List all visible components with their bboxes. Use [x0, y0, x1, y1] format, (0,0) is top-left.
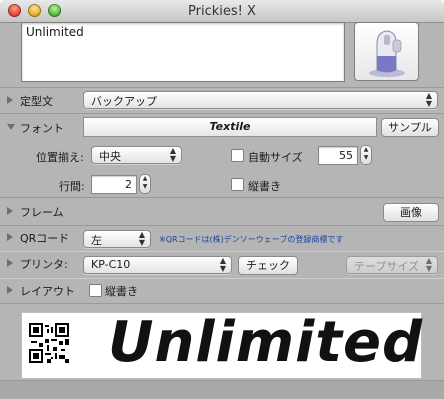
printer-disclosure-icon[interactable] — [7, 259, 13, 267]
layout-disclosure-icon[interactable] — [7, 286, 13, 294]
font-disclosure-icon[interactable] — [7, 124, 15, 130]
font-vertical-label: 縦書き — [248, 180, 281, 193]
popup-arrows-icon: ▲ ▼ — [138, 230, 145, 247]
qr-position-popup[interactable]: 左 ▲ ▼ — [83, 230, 151, 248]
separator — [0, 303, 444, 304]
font-size-field[interactable]: 55 — [318, 146, 358, 165]
separator — [0, 87, 444, 88]
font-size-value: 55 — [339, 149, 353, 162]
popup-arrows-icon: ▲ ▼ — [169, 146, 176, 163]
font-size-stepper[interactable]: ▲ ▼ — [360, 145, 372, 165]
line-spacing-label: 行間: — [59, 180, 85, 193]
preview-text: Unlimited — [108, 310, 424, 375]
align-label: 位置揃え: — [36, 151, 84, 164]
template-value: バックアップ — [91, 95, 157, 108]
template-label: 定型文 — [20, 95, 53, 108]
bottom-bar — [0, 380, 444, 399]
font-name-display[interactable]: Textile — [83, 117, 377, 137]
line-spacing-field[interactable]: 2 — [91, 175, 137, 194]
autosize-checkbox[interactable] — [231, 149, 244, 162]
print-button[interactable] — [354, 22, 419, 81]
title-bar: Prickies! X — [0, 0, 444, 23]
window-title: Prickies! X — [188, 4, 256, 19]
align-popup[interactable]: 中央 ▲ ▼ — [91, 146, 182, 164]
template-disclosure-icon[interactable] — [7, 96, 13, 104]
separator — [0, 113, 444, 114]
printer-icon — [369, 30, 405, 77]
popup-arrows-icon: ▲ ▼ — [219, 256, 226, 273]
layout-vertical-label: 縦書き — [105, 285, 138, 298]
qr-trademark-note: ※QRコードは(株)デンソーウェーブの登録商標です — [159, 235, 344, 244]
tape-size-popup[interactable]: テープサイズ ▲ ▼ — [346, 256, 438, 274]
label-text-value: Unlimited — [26, 25, 84, 39]
tape-size-value: テープサイズ — [354, 260, 420, 273]
separator — [0, 251, 444, 252]
app-window: Prickies! X Unlimited 定型文 バックアップ ▲ ▼ フォント… — [0, 0, 444, 399]
layout-label: レイアウト — [20, 285, 75, 298]
qr-disclosure-icon[interactable] — [7, 233, 13, 241]
label-preview: Unlimited — [21, 310, 424, 379]
popup-arrows-icon: ▲ ▼ — [425, 256, 432, 273]
frame-label: フレーム — [20, 206, 64, 219]
layout-vertical-checkbox[interactable] — [89, 284, 102, 297]
separator — [0, 225, 444, 226]
qr-label: QRコード — [20, 232, 70, 245]
font-label: フォント — [20, 122, 64, 135]
check-button[interactable]: チェック — [238, 256, 298, 275]
qr-code-icon — [29, 323, 69, 363]
font-vertical-checkbox[interactable] — [231, 178, 244, 191]
printer-value: KP-C10 — [91, 258, 131, 271]
autosize-label: 自動サイズ — [248, 151, 303, 164]
separator — [0, 278, 444, 279]
line-spacing-value: 2 — [125, 178, 132, 191]
line-spacing-stepper[interactable]: ▲ ▼ — [139, 174, 151, 194]
separator — [0, 197, 444, 198]
popup-arrows-icon: ▲ ▼ — [425, 91, 432, 108]
image-button[interactable]: 画像 — [383, 203, 439, 222]
printer-popup[interactable]: KP-C10 ▲ ▼ — [83, 256, 232, 274]
template-popup[interactable]: バックアップ ▲ ▼ — [83, 91, 438, 109]
sample-button[interactable]: サンプル — [381, 118, 439, 137]
align-value: 中央 — [99, 150, 121, 163]
printer-label: プリンタ: — [20, 258, 68, 271]
frame-disclosure-icon[interactable] — [7, 207, 13, 215]
label-text-input[interactable]: Unlimited — [21, 22, 345, 82]
qr-position-value: 左 — [91, 234, 102, 247]
